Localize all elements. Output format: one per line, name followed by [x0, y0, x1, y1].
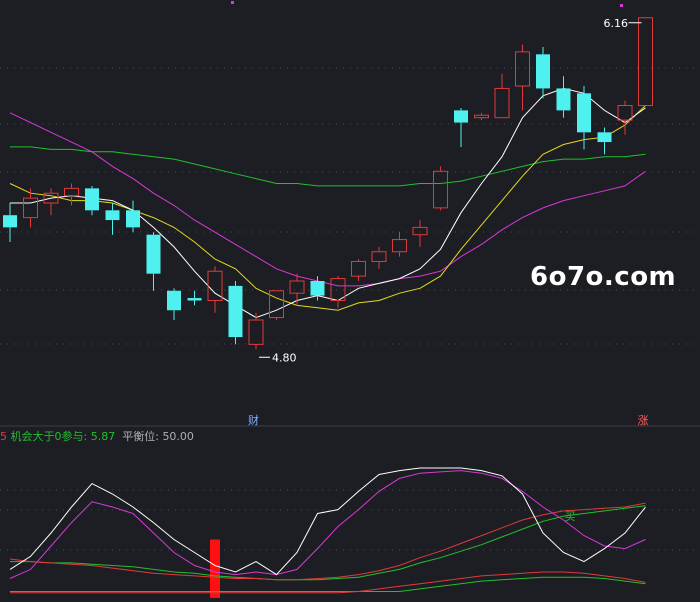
- candle-body-down: [310, 281, 325, 296]
- candle-body-down: [577, 93, 591, 133]
- info-prefix: 5: [0, 430, 7, 443]
- candle-body-up: [494, 87, 510, 119]
- buy-label: 买: [565, 510, 576, 523]
- candle-body-up: [412, 226, 428, 236]
- watermark: 6o7o.com: [530, 262, 677, 292]
- tag-high: 涨: [638, 414, 649, 427]
- candle-body-up: [64, 187, 79, 197]
- candle-body-up: [638, 17, 653, 106]
- info-value-2: 50.00: [162, 430, 194, 443]
- candle-body-up: [289, 280, 305, 294]
- candle-body-down: [536, 54, 550, 89]
- candle-body-up: [351, 261, 366, 277]
- candle-body-up: [248, 319, 264, 345]
- candle-body-down: [556, 88, 571, 111]
- candle-body-up: [474, 114, 489, 119]
- info-label-2: 平衡位:: [122, 430, 159, 443]
- osc-line-red-lower: [10, 571, 646, 594]
- tag-low: 财: [248, 413, 259, 427]
- candle-body-up: [433, 170, 448, 209]
- candle-body-up: [392, 239, 407, 253]
- marker-dot: [231, 1, 234, 4]
- candle-body-down: [454, 110, 468, 123]
- candle-body-up: [371, 251, 387, 262]
- candle-body-up: [515, 51, 530, 87]
- osc-line-magenta: [9, 470, 646, 579]
- ma-line-green: [10, 146, 646, 187]
- candle-body-up: [269, 290, 284, 319]
- osc-line-red: [9, 502, 646, 581]
- candle-body-up: [23, 197, 38, 219]
- candle-body-down: [228, 285, 243, 338]
- signal-bar: [210, 539, 220, 598]
- low-price-label: 4.80: [272, 351, 297, 364]
- marker-dot: [620, 4, 623, 7]
- candle-body-up: [617, 105, 633, 121]
- candle-body-down: [105, 210, 120, 221]
- info-value-1: 5.87: [90, 430, 116, 443]
- candle-body-down: [146, 234, 161, 274]
- candle-body-down: [167, 290, 181, 311]
- candle-body-down: [85, 188, 99, 211]
- osc-line-green: [10, 505, 646, 581]
- candle-body-down: [597, 132, 612, 143]
- candle-body-down: [126, 210, 140, 228]
- stock-chart: 6.16 4.80 财 涨买: [0, 1, 700, 598]
- info-label-1: 机会大于0参与:: [10, 430, 88, 443]
- indicator-info-bar: 5 机会大于0参与: 5.87 平衡位: 50.00: [0, 428, 194, 444]
- candle-body-down: [3, 215, 17, 228]
- candle-body-down: [187, 298, 202, 301]
- osc-line-white: [9, 467, 646, 576]
- high-price-label: 6.16: [604, 17, 629, 30]
